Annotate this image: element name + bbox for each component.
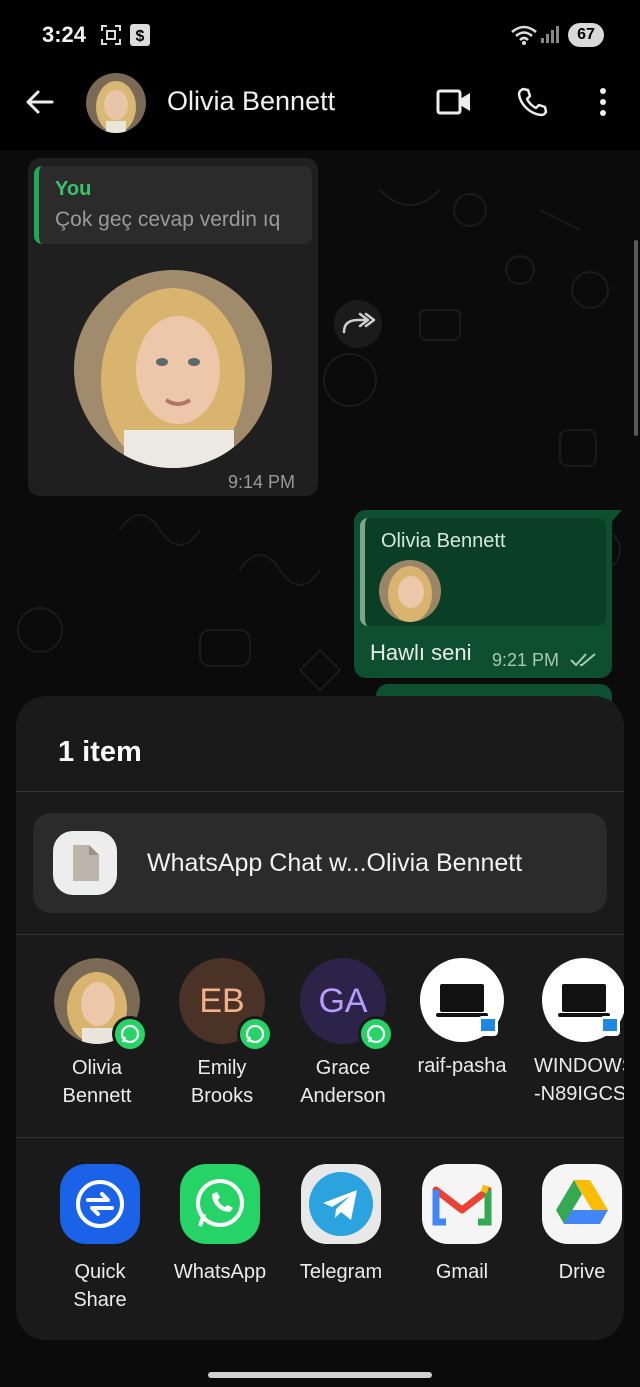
whatsapp-icon	[180, 1164, 260, 1244]
share-contact-grace[interactable]: GA Grace Anderson	[283, 958, 403, 1110]
sheet-title: 1 item	[58, 736, 142, 768]
shared-photo[interactable]	[74, 270, 272, 468]
contact-label: Grace Anderson	[300, 1057, 386, 1107]
double-check-icon	[570, 653, 596, 667]
share-device-raif-pasha[interactable]: raif-pasha	[402, 958, 522, 1080]
laptop-icon	[542, 958, 624, 1042]
share-app-whatsapp[interactable]: WhatsApp	[160, 1164, 280, 1286]
app-label: Telegram	[299, 1261, 383, 1283]
message-text: Hawlı seni	[370, 640, 472, 665]
whatsapp-badge-icon	[358, 1016, 394, 1052]
scrollbar[interactable]	[634, 240, 638, 436]
avatar	[54, 958, 148, 1052]
quoted-message[interactable]: You Çok geç cevap verdin ıq	[34, 166, 312, 244]
outgoing-message[interactable]: Olivia Bennett Hawlı seni 9:21 PM	[354, 510, 622, 678]
app-label: WhatsApp	[173, 1261, 267, 1283]
divider	[16, 1137, 624, 1138]
message-time: 9:21 PM	[492, 650, 560, 670]
divider	[16, 934, 624, 935]
status-bar: 3:24 $ 67	[0, 0, 640, 70]
document-icon	[53, 831, 117, 895]
share-contact-emily[interactable]: EB Emily Brooks	[162, 958, 282, 1110]
device-label: WINDOWS -N89IGCS	[534, 1055, 624, 1105]
app-label: Drive	[558, 1261, 606, 1283]
screenshot-icon	[101, 25, 121, 45]
app-label: Gmail	[435, 1261, 489, 1283]
drive-icon	[542, 1164, 622, 1244]
telegram-icon	[301, 1164, 381, 1244]
quote-text: Çok geç cevap verdin ıq	[55, 208, 281, 231]
contact-label: Olivia Bennett	[62, 1057, 132, 1107]
quick-share-icon	[60, 1164, 140, 1244]
quote-author: You	[55, 178, 92, 200]
wifi-icon	[511, 25, 537, 45]
status-time: 3:24	[42, 22, 87, 47]
forward-button[interactable]	[334, 300, 382, 348]
dollar-icon: $	[130, 24, 150, 46]
quote-author: Olivia Bennett	[381, 530, 506, 552]
share-app-gmail[interactable]: Gmail	[402, 1164, 522, 1286]
avatar: EB	[179, 958, 273, 1052]
video-call-icon[interactable]	[436, 88, 472, 116]
laptop-icon	[420, 958, 504, 1042]
file-name: WhatsApp Chat w...Olivia Bennett	[147, 849, 523, 877]
share-contact-olivia[interactable]: Olivia Bennett	[37, 958, 157, 1110]
shared-file-card[interactable]: WhatsApp Chat w...Olivia Bennett	[33, 813, 607, 913]
share-sheet: 1 item WhatsApp Chat w...Olivia Bennett …	[16, 696, 624, 1340]
incoming-message[interactable]: You Çok geç cevap verdin ıq 9:14 PM	[28, 158, 318, 496]
share-app-drive[interactable]: Drive	[522, 1164, 624, 1286]
contact-avatar[interactable]	[86, 73, 146, 133]
forward-icon	[342, 312, 376, 334]
share-app-quick-share[interactable]: Quick Share	[40, 1164, 160, 1314]
more-options-icon[interactable]	[598, 86, 608, 118]
avatar: GA	[300, 958, 394, 1052]
chat-header: Olivia Bennett	[0, 70, 640, 150]
whatsapp-badge-icon	[112, 1016, 148, 1052]
signal-icon	[541, 26, 559, 43]
voice-call-icon[interactable]	[516, 86, 548, 118]
svg-text:$: $	[136, 28, 145, 45]
home-gesture-bar[interactable]	[208, 1372, 432, 1378]
whatsapp-badge-icon	[237, 1016, 273, 1052]
quoted-photo-thumbnail	[379, 560, 441, 622]
device-label: raif-pasha	[417, 1055, 507, 1077]
quoted-message[interactable]: Olivia Bennett	[360, 518, 606, 626]
message-time: 9:14 PM	[228, 472, 296, 492]
app-label: Quick Share	[73, 1261, 127, 1311]
back-arrow-icon[interactable]	[24, 86, 56, 118]
divider	[16, 791, 624, 792]
gmail-icon	[422, 1164, 502, 1244]
share-app-telegram[interactable]: Telegram	[281, 1164, 401, 1286]
share-device-windows[interactable]: WINDOWS -N89IGCS	[522, 958, 624, 1108]
battery-indicator: 67	[568, 23, 604, 47]
contact-label: Emily Brooks	[190, 1057, 254, 1107]
contact-name[interactable]: Olivia Bennett	[167, 86, 335, 117]
